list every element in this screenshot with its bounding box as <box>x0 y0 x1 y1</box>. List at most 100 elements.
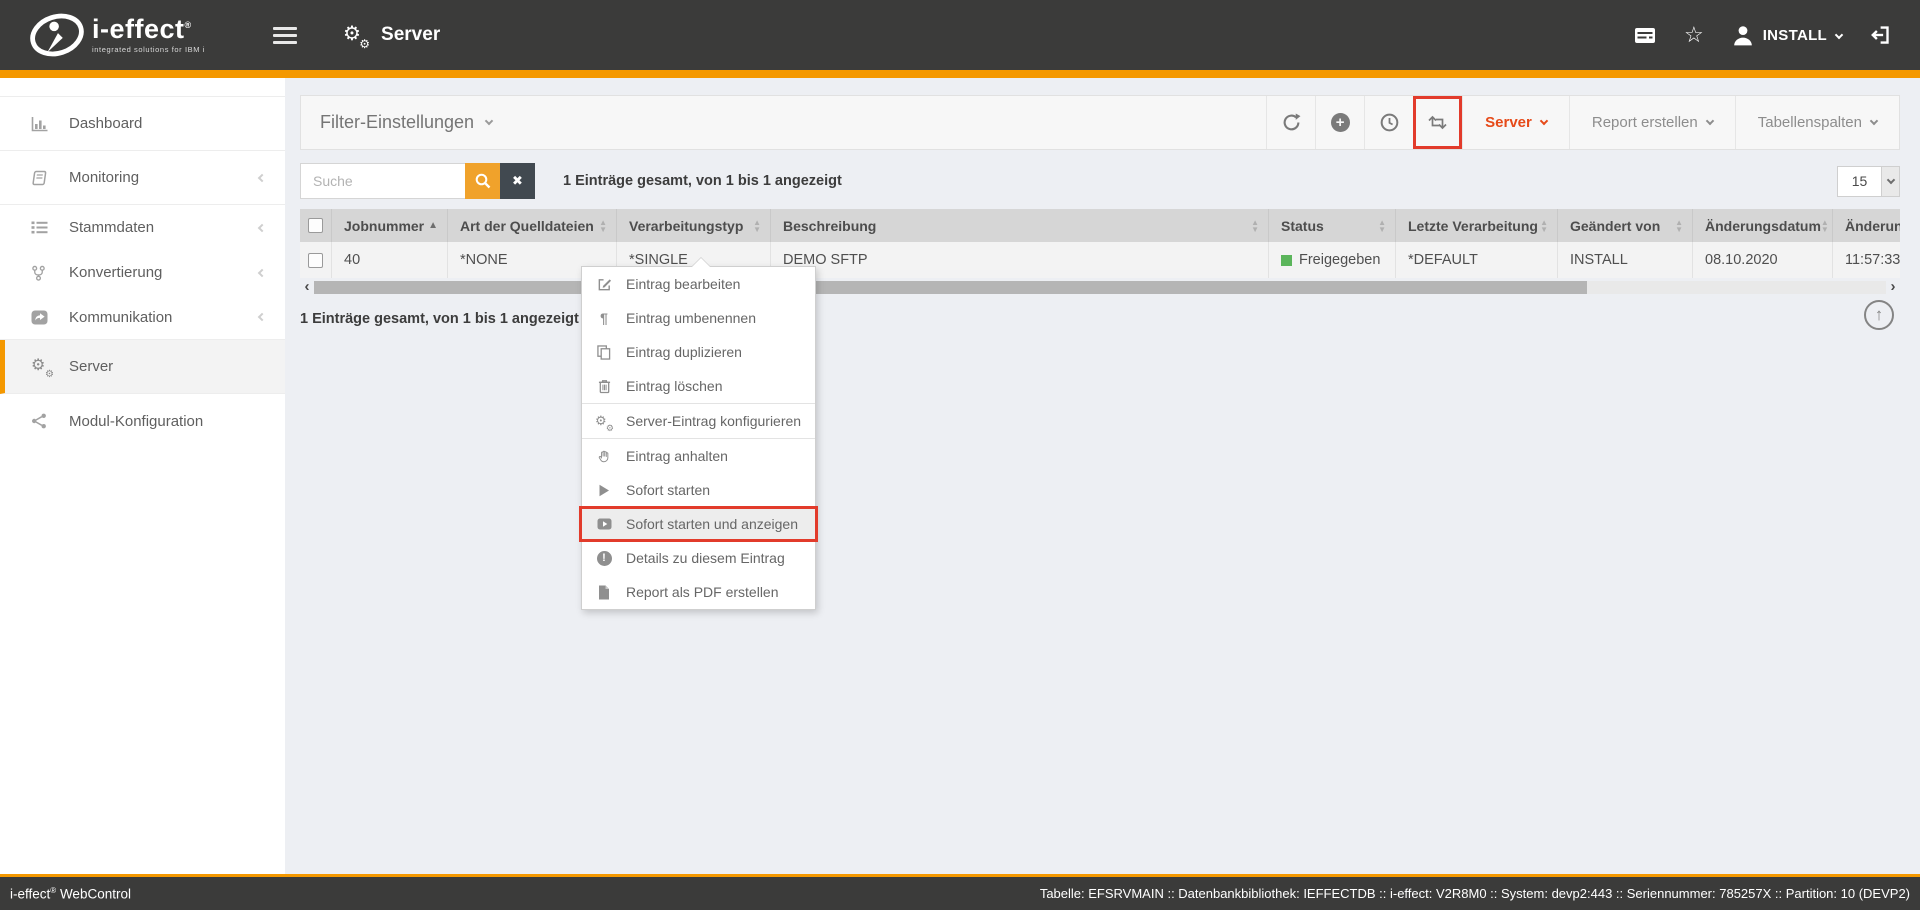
column-header-aenderungsdatum[interactable]: Änderungsdatum ▲▼ <box>1693 209 1833 242</box>
sort-icon: ▲▼ <box>1251 219 1259 233</box>
copy-icon <box>595 345 613 360</box>
cell-aenderungszeit: 11:57:33 <box>1833 242 1900 278</box>
cogs-icon: ⚙⚙ <box>343 24 369 46</box>
schedule-button[interactable] <box>1364 96 1413 149</box>
share-nodes-icon <box>31 413 58 429</box>
column-header-beschreibung[interactable]: Beschreibung ▲▼ <box>771 209 1269 242</box>
scrollbar-thumb[interactable] <box>314 281 1587 294</box>
cogs-icon: ⚙⚙ <box>31 358 58 376</box>
chevron-down-icon <box>485 116 493 124</box>
sidebar-item-server[interactable]: ⚙⚙ Server <box>0 340 285 394</box>
table-row[interactable]: 40 *NONE *SINGLE DEMO SFTP Freigegeben *… <box>300 242 1900 278</box>
select-all-checkbox[interactable] <box>308 218 323 233</box>
scroll-left-arrow[interactable]: ‹ <box>300 280 314 294</box>
menu-item-eintrag-anhalten[interactable]: Eintrag anhalten <box>582 439 815 473</box>
journal-icon <box>31 170 58 186</box>
hand-stop-icon <box>595 449 613 464</box>
scroll-to-top-button[interactable]: ↑ <box>1864 300 1894 330</box>
add-entry-button[interactable]: + <box>1315 96 1364 149</box>
sidebar-item-label: Server <box>69 358 113 375</box>
sidebar: Dashboard Monitoring Stammdaten <box>0 78 285 874</box>
scroll-right-arrow[interactable]: › <box>1886 280 1900 294</box>
menu-item-eintrag-loeschen[interactable]: Eintrag löschen <box>582 369 815 403</box>
footer-system-info: Tabelle: EFSRVMAIN :: Datenbankbibliothe… <box>1040 886 1910 901</box>
menu-item-details-zu-diesem-eintrag[interactable]: ! Details zu diesem Eintrag <box>582 541 815 575</box>
menu-item-eintrag-bearbeiten[interactable]: Eintrag bearbeiten <box>582 267 815 301</box>
page-size-value: 15 <box>1838 167 1881 196</box>
share-square-icon <box>31 310 58 325</box>
page-size-select[interactable]: 15 <box>1837 166 1900 197</box>
plus-circle-icon: + <box>1331 113 1350 132</box>
cell-beschreibung: DEMO SFTP <box>771 242 1269 278</box>
menu-item-sofort-starten[interactable]: Sofort starten <box>582 473 815 507</box>
row-checkbox[interactable] <box>308 253 323 268</box>
column-header-geaendert-von[interactable]: Geändert von ▲▼ <box>1558 209 1693 242</box>
logout-icon[interactable] <box>1870 26 1890 44</box>
brand-tagline: integrated solutions for IBM i <box>92 46 205 54</box>
cell-geaendert-von: INSTALL <box>1558 242 1693 278</box>
cell-aenderungsdatum: 08.10.2020 <box>1693 242 1833 278</box>
menu-item-report-als-pdf-erstellen[interactable]: Report als PDF erstellen <box>582 575 815 609</box>
bar-chart-icon <box>31 116 58 132</box>
cell-letzte-verarbeitung: *DEFAULT <box>1396 242 1558 278</box>
filter-settings-dropdown[interactable]: Filter-Einstellungen <box>301 96 492 149</box>
chevron-down-icon <box>1540 116 1548 124</box>
sidebar-item-monitoring[interactable]: Monitoring <box>0 151 285 205</box>
restart-jobs-button[interactable] <box>1413 96 1462 149</box>
sidebar-item-kommunikation[interactable]: Kommunikation <box>0 295 285 340</box>
refresh-button[interactable] <box>1266 96 1315 149</box>
pilcrow-icon: ¶ <box>595 310 613 326</box>
column-header-jobnummer[interactable]: Jobnummer ▲ <box>332 209 448 242</box>
sidebar-toggle-button[interactable] <box>273 27 297 44</box>
result-summary-top: 1 Einträge gesamt, von 1 bis 1 angezeigt <box>563 173 842 189</box>
chevron-down-icon <box>1706 116 1714 124</box>
trash-icon <box>595 379 613 394</box>
user-icon <box>1732 24 1754 46</box>
sidebar-item-dashboard[interactable]: Dashboard <box>0 97 285 151</box>
chevron-left-icon <box>258 223 266 231</box>
clock-icon <box>1380 113 1399 132</box>
cell-status: Freigegeben <box>1269 242 1396 278</box>
arrow-up-icon: ↑ <box>1875 305 1884 325</box>
brand-name: i-effect® <box>92 16 205 43</box>
chevron-down-icon <box>1886 175 1894 183</box>
result-summary-bottom: 1 Einträge gesamt, von 1 bis 1 angezeigt <box>300 311 1900 327</box>
jobs-table: Jobnummer ▲ Art der Quelldateien ▲▼ Vera… <box>300 209 1900 278</box>
column-header-verarbeitungstyp[interactable]: Verarbeitungstyp ▲▼ <box>617 209 771 242</box>
sort-icon: ▲▼ <box>1821 219 1829 233</box>
menu-item-server-eintrag-konfigurieren[interactable]: ⚙⚙ Server-Eintrag konfigurieren <box>582 404 815 438</box>
chevron-left-icon <box>258 313 266 321</box>
row-context-menu: Eintrag bearbeiten ¶ Eintrag umbenennen … <box>581 266 816 610</box>
main-content: Filter-Einstellungen + Server <box>285 78 1920 874</box>
chevron-left-icon <box>258 268 266 276</box>
column-header-letzte-verarbeitung[interactable]: Letzte Verarbeitung ▲▼ <box>1396 209 1558 242</box>
code-branch-icon <box>31 265 58 281</box>
sidebar-item-konvertierung[interactable]: Konvertierung <box>0 250 285 295</box>
sort-icon: ▲▼ <box>753 219 761 233</box>
search-input[interactable] <box>300 163 465 199</box>
report-erstellen-dropdown[interactable]: Report erstellen <box>1569 96 1735 149</box>
scrollbar-track[interactable] <box>314 281 1886 294</box>
app-logo[interactable]: i-effect® integrated solutions for IBM i <box>28 12 205 58</box>
sort-icon: ▲▼ <box>1675 219 1683 233</box>
user-menu[interactable]: INSTALL <box>1732 24 1842 46</box>
menu-item-eintrag-umbenennen[interactable]: ¶ Eintrag umbenennen <box>582 301 815 335</box>
tabellenspalten-dropdown[interactable]: Tabellenspalten <box>1735 96 1899 149</box>
sidebar-item-stammdaten[interactable]: Stammdaten <box>0 205 285 250</box>
edit-icon <box>595 277 613 292</box>
sidebar-item-label: Kommunikation <box>69 309 172 326</box>
favorites-star-icon[interactable]: ☆ <box>1684 24 1704 46</box>
console-icon[interactable] <box>1634 27 1656 44</box>
refresh-icon <box>1282 113 1301 132</box>
chevron-down-icon <box>1870 116 1878 124</box>
cell-jobnummer: 40 <box>332 242 448 278</box>
menu-item-eintrag-duplizieren[interactable]: Eintrag duplizieren <box>582 335 815 369</box>
server-dropdown[interactable]: Server <box>1462 96 1569 149</box>
column-header-quelldateien[interactable]: Art der Quelldateien ▲▼ <box>448 209 617 242</box>
search-button[interactable] <box>465 163 500 199</box>
sidebar-item-modul-konfiguration[interactable]: Modul-Konfiguration <box>0 394 285 448</box>
menu-item-sofort-starten-und-anzeigen[interactable]: Sofort starten und anzeigen <box>582 507 815 541</box>
clear-search-button[interactable]: ✖ <box>500 163 535 199</box>
column-header-status[interactable]: Status ▲▼ <box>1269 209 1396 242</box>
column-header-aenderungszeit[interactable]: Änderungszeit <box>1833 209 1900 242</box>
